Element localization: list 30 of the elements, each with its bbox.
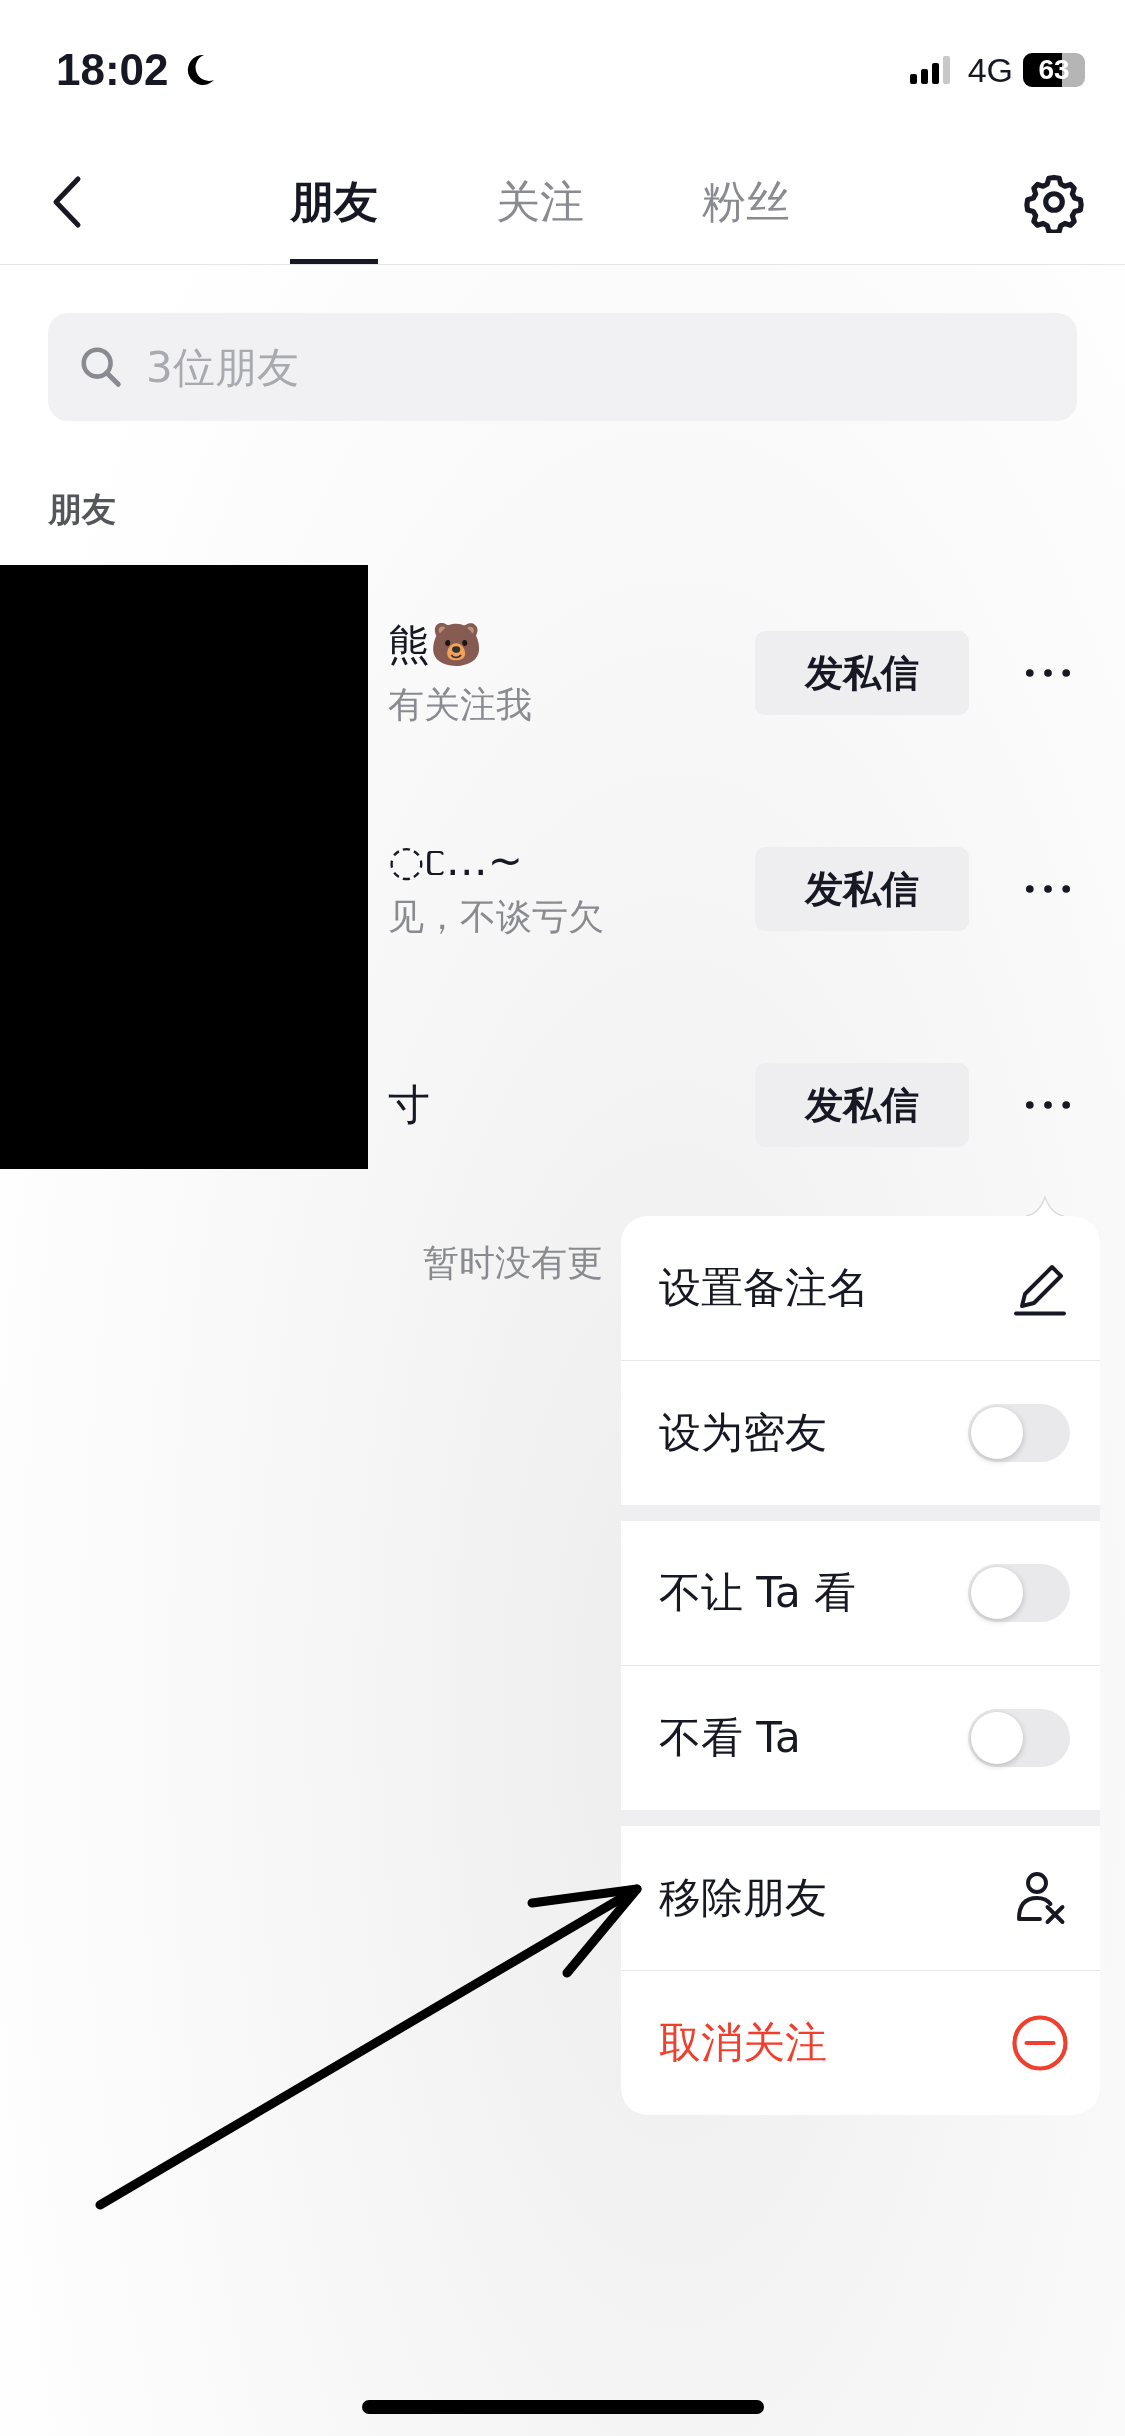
search-icon [78,344,124,390]
friend-name: 熊🐻 [388,618,483,671]
tab[interactable]: 朋友 [290,140,378,264]
toggle-switch[interactable] [968,1564,1070,1622]
back-icon[interactable] [52,175,82,229]
menu-item[interactable]: 移除朋友 [659,1870,827,1926]
menu-item[interactable]: 设置备注名 [659,1260,869,1316]
minus-circle-icon[interactable] [1010,2013,1070,2073]
more-icon[interactable] [1025,884,1071,894]
message-button[interactable]: 发私信 [755,631,969,715]
message-button[interactable]: 发私信 [755,1063,969,1147]
message-button[interactable]: 发私信 [755,847,969,931]
section-title: 朋友 [48,488,117,531]
friend-subtitle: 有关注我 [388,682,533,727]
menu-item[interactable]: 不让 Ta 看 [659,1565,857,1621]
search-input[interactable]: 3位朋友 [146,327,1047,407]
toggle-switch[interactable] [968,1404,1070,1462]
search-field[interactable]: 3位朋友 [48,313,1077,421]
more-icon[interactable] [1025,668,1071,678]
network-label: 4G [967,50,1013,90]
unfollow-item[interactable]: 取消关注 [659,2015,827,2071]
friend-name: ◌ᥴ…~ [388,836,524,885]
status-time: 18:02 [56,45,169,95]
friend-subtitle: 见，不谈亏欠 [388,895,605,939]
empty-hint: 暂时没有更 [423,1240,603,1285]
more-icon[interactable] [1025,1100,1071,1110]
menu-item[interactable]: 不看 Ta [659,1710,801,1766]
toggle-switch[interactable] [968,1709,1070,1767]
friend-name: 寸 [388,1079,431,1131]
menu-item[interactable]: 设为密友 [659,1405,827,1461]
